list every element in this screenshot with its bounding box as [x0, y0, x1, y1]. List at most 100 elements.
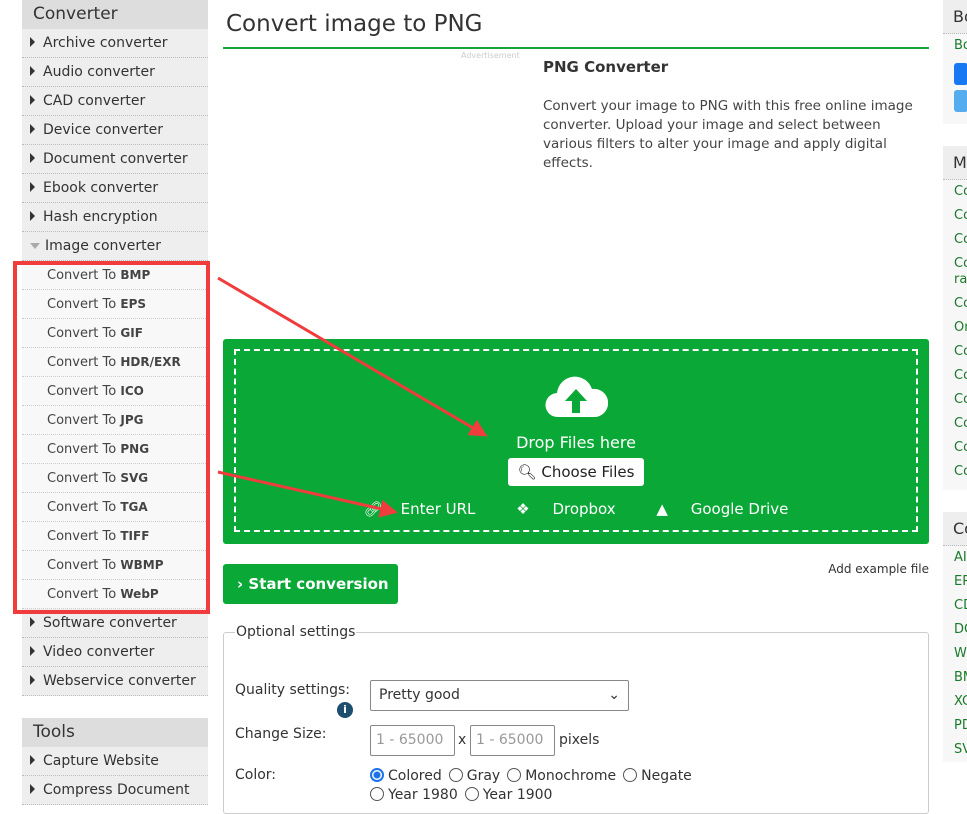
right-link[interactable]: Co	[943, 228, 967, 252]
size-separator: x	[458, 732, 467, 748]
color-radio[interactable]: Year 1900	[464, 787, 552, 803]
caret-right-icon	[30, 124, 35, 134]
box2-title: M	[943, 146, 967, 180]
page-title: Convert image to PNG	[223, 11, 929, 49]
sidebar-subitem[interactable]: Convert To TIFF	[22, 522, 208, 551]
info-title: PNG Converter	[543, 58, 669, 76]
cloud-upload-icon	[545, 376, 609, 418]
right-link[interactable]: EP	[943, 570, 967, 594]
google-drive-icon: ▲	[656, 500, 668, 518]
right-link[interactable]: PD	[943, 714, 967, 738]
sidebar-item[interactable]: Compress Document	[22, 776, 208, 805]
caret-right-icon	[30, 66, 35, 76]
pixels-label: pixels	[559, 732, 600, 748]
color-radio[interactable]: Year 1980	[370, 787, 458, 803]
right-link[interactable]: Co	[943, 292, 967, 316]
sidebar-item[interactable]: Document converter	[22, 145, 208, 174]
sidebar: Converter Archive converter Audio converte…	[22, 0, 208, 805]
caret-right-icon	[30, 182, 35, 192]
right-link[interactable]: Co	[943, 436, 967, 460]
twitter-icon[interactable]	[954, 90, 967, 112]
color-label: Color:	[235, 767, 277, 783]
share-text: Bo	[954, 38, 967, 53]
enter-url-button[interactable]: 🔗︎ Enter URL	[355, 500, 485, 518]
quality-select[interactable]: Pretty good ⌄	[370, 680, 629, 711]
sidebar-item[interactable]: Archive converter	[22, 29, 208, 58]
sidebar-subitem[interactable]: Convert To BMP	[22, 261, 208, 290]
right-link[interactable]: Co	[943, 412, 967, 436]
right-link[interactable]: DO	[943, 618, 967, 642]
sidebar-item[interactable]: Webservice converter	[22, 667, 208, 696]
caret-right-icon	[30, 211, 35, 221]
sidebar-subitem[interactable]: Convert To HDR/EXR	[22, 348, 208, 377]
sidebar-item[interactable]: Software converter	[22, 609, 208, 638]
link-icon: 🔗︎	[363, 500, 383, 518]
right-link[interactable]: Co	[943, 204, 967, 228]
drop-zone[interactable]: Drop Files here 🔍︎ Choose Files 🔗︎ Enter …	[223, 339, 929, 544]
right-sidebar: Bo Bo MCoCoCoCoraCoOnCoCoCoCoCoCo CoAIEP…	[943, 0, 967, 784]
chevron-right-icon: ›	[237, 575, 244, 593]
sidebar-item[interactable]: Ebook converter	[22, 174, 208, 203]
add-example-file-link[interactable]: Add example file	[828, 562, 929, 576]
right-link[interactable]: Co	[943, 388, 967, 412]
sidebar-item[interactable]: Video converter	[22, 638, 208, 667]
right-link[interactable]: BM	[943, 666, 967, 690]
sidebar-item[interactable]: Image converter	[22, 232, 208, 261]
sidebar-subitem[interactable]: Convert To PNG	[22, 435, 208, 464]
caret-down-icon	[30, 243, 40, 249]
right-link[interactable]: AI	[943, 546, 967, 570]
caret-right-icon	[30, 617, 35, 627]
sidebar-subitem[interactable]: Convert To EPS	[22, 290, 208, 319]
converter-heading: Converter	[22, 0, 208, 29]
sidebar-item[interactable]: Hash encryption	[22, 203, 208, 232]
drop-files-text: Drop Files here	[516, 433, 636, 452]
dropbox-icon: ❖	[516, 500, 530, 518]
right-link[interactable]: CD	[943, 594, 967, 618]
right-link[interactable]: Co	[943, 364, 967, 388]
sidebar-subitem[interactable]: Convert To ICO	[22, 377, 208, 406]
search-icon: 🔍︎	[517, 463, 537, 481]
right-link[interactable]: SV	[943, 738, 967, 762]
height-input[interactable]: 1 - 65000	[470, 725, 555, 756]
sidebar-subitem[interactable]: Convert To WBMP	[22, 551, 208, 580]
start-conversion-button[interactable]: › Start conversion	[223, 564, 398, 604]
facebook-icon[interactable]	[954, 63, 967, 85]
right-link[interactable]: Co	[943, 340, 967, 364]
sidebar-item[interactable]: CAD converter	[22, 87, 208, 116]
google-drive-button[interactable]: ▲ Google Drive	[647, 500, 797, 518]
sidebar-item[interactable]: Device converter	[22, 116, 208, 145]
sidebar-subitem[interactable]: Convert To WebP	[22, 580, 208, 609]
optional-settings: Optional settings Quality settings: i Pr…	[223, 624, 929, 814]
quality-label: Quality settings:	[235, 682, 351, 698]
right-link[interactable]: ra	[943, 268, 967, 292]
color-radio[interactable]: Gray	[448, 768, 500, 784]
ad-label: Advertisement	[461, 51, 520, 60]
caret-right-icon	[30, 784, 35, 794]
right-link[interactable]: XC	[943, 690, 967, 714]
color-radio[interactable]: Colored	[370, 768, 442, 784]
caret-right-icon	[30, 646, 35, 656]
choose-files-button[interactable]: 🔍︎ Choose Files	[507, 458, 645, 486]
sidebar-subitem[interactable]: Convert To SVG	[22, 464, 208, 493]
right-link[interactable]: W	[943, 642, 967, 666]
sidebar-subitem[interactable]: Convert To JPG	[22, 406, 208, 435]
width-input[interactable]: 1 - 65000	[370, 725, 455, 756]
color-radio[interactable]: Negate	[623, 768, 692, 784]
right-link[interactable]: Co	[943, 460, 967, 484]
dropbox-button[interactable]: ❖ Dropbox	[507, 500, 624, 518]
caret-right-icon	[30, 755, 35, 765]
color-radio[interactable]: Monochrome	[507, 768, 616, 784]
info-icon[interactable]: i	[337, 702, 353, 718]
right-link[interactable]: On	[943, 316, 967, 340]
share-box-title: Bo	[943, 0, 967, 34]
caret-right-icon	[30, 153, 35, 163]
right-link[interactable]: Co	[943, 180, 967, 204]
tools-heading: Tools	[22, 718, 208, 747]
sidebar-item[interactable]: Capture Website	[22, 747, 208, 776]
sidebar-subitem[interactable]: Convert To GIF	[22, 319, 208, 348]
box3-title: Co	[943, 512, 967, 546]
optional-settings-legend: Optional settings	[236, 624, 356, 640]
sidebar-subitem[interactable]: Convert To TGA	[22, 493, 208, 522]
chevron-down-icon: ⌄	[608, 687, 620, 703]
sidebar-item[interactable]: Audio converter	[22, 58, 208, 87]
